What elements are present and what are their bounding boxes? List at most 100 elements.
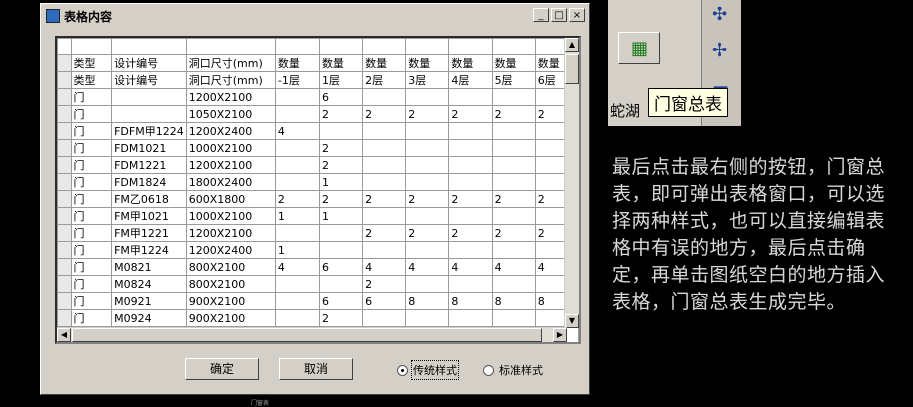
table-cell[interactable] [405,139,450,157]
row-header[interactable] [57,88,72,106]
row-header[interactable] [57,190,72,208]
table-cell[interactable]: 600X1800 [185,190,276,208]
traditional-style-radio[interactable]: 传统样式 [397,360,459,380]
table-cell[interactable] [274,139,320,157]
table-cell[interactable]: 门 [70,88,113,106]
table-cell[interactable] [448,139,493,157]
row-header[interactable] [57,309,72,327]
table-cell[interactable]: 2 [448,190,493,208]
table-cell[interactable]: 4 [405,258,450,276]
table-cell[interactable]: 2 [491,224,536,242]
table-cell[interactable] [405,173,450,191]
row-header[interactable] [57,139,72,157]
table-cell[interactable]: 1 [274,207,320,225]
table-cell[interactable]: 4层 [448,71,493,89]
table-cell[interactable]: M0821 [111,258,187,276]
table-cell[interactable] [491,173,536,191]
table-cell[interactable]: FDM1824 [111,173,187,191]
cad-tool-icon[interactable]: ✢ [712,40,727,61]
row-header[interactable] [57,224,72,242]
table-cell[interactable]: FM甲1224 [111,241,187,259]
table-cell[interactable]: 900X2100 [185,292,276,310]
table-cell[interactable]: 2 [491,105,536,123]
table-cell[interactable]: 数量 [491,54,536,72]
table-cell[interactable]: 数量 [448,54,493,72]
table-cell[interactable]: 4 [362,258,407,276]
table-cell[interactable] [491,309,536,327]
table-cell[interactable]: 2 [405,224,450,242]
table-cell[interactable]: M0921 [111,292,187,310]
row-header[interactable] [57,71,72,89]
minimize-button[interactable]: _ [533,8,549,22]
table-cell[interactable]: 800X2100 [185,275,276,293]
table-cell[interactable]: FM乙0618 [111,190,187,208]
row-header[interactable] [57,275,72,293]
vertical-scroll-thumb[interactable] [565,54,579,84]
scroll-left-button[interactable]: ◀ [57,328,71,342]
table-cell[interactable]: 2 [405,105,450,123]
table-cell[interactable]: 8 [491,292,536,310]
horizontal-scroll-thumb[interactable] [72,328,542,342]
table-cell[interactable] [318,224,364,242]
table-cell[interactable]: 设计编号 [111,54,187,72]
cad-tool-icon[interactable]: ✣ [712,4,727,25]
table-cell[interactable]: 1200X2100 [185,156,276,174]
table-cell[interactable]: 1200X2100 [185,88,276,106]
table-cell[interactable]: 门 [70,207,113,225]
table-cell[interactable]: M0824 [111,275,187,293]
table-cell[interactable] [318,275,364,293]
table-cell[interactable]: 2 [318,309,364,327]
table-cell[interactable] [274,105,320,123]
table-cell[interactable]: 6 [318,292,364,310]
table-cell[interactable] [274,275,320,293]
radio-dot[interactable] [483,364,494,376]
table-cell[interactable]: 门 [70,122,113,140]
table-cell[interactable]: 4 [491,258,536,276]
table-cell[interactable] [362,309,407,327]
table-cell[interactable] [405,275,450,293]
table-cell[interactable]: FDFM甲1224 [111,122,187,140]
table-cell[interactable] [491,275,536,293]
table-cell[interactable]: 门 [70,190,113,208]
table-cell[interactable] [491,88,536,106]
table-cell[interactable]: 1000X2100 [185,207,276,225]
table-cell[interactable] [491,156,536,174]
table-cell[interactable]: 1200X2100 [185,224,276,242]
table-cell[interactable]: 门 [70,224,113,242]
table-cell[interactable]: 3层 [405,71,450,89]
table-cell[interactable]: 8 [448,292,493,310]
row-header[interactable] [57,54,72,72]
table-cell[interactable] [491,241,536,259]
table-cell[interactable]: 门 [70,173,113,191]
table-cell[interactable] [405,241,450,259]
table-cell[interactable]: -1层 [274,71,320,89]
row-header[interactable] [57,122,72,140]
table-cell[interactable]: 1 [318,173,364,191]
table-cell[interactable] [491,207,536,225]
table-cell[interactable]: 类型 [70,71,113,89]
table-cell[interactable]: FDM1021 [111,139,187,157]
table-cell[interactable]: 洞口尺寸(mm) [185,54,276,72]
table-cell[interactable]: 门 [70,292,113,310]
table-cell[interactable] [274,292,320,310]
table-cell[interactable]: 2 [448,105,493,123]
table-cell[interactable]: 1000X2100 [185,139,276,157]
table-cell[interactable]: 1 [274,241,320,259]
row-header[interactable] [57,241,72,259]
table-cell[interactable]: 1200X2400 [185,122,276,140]
table-cell[interactable]: 2 [491,190,536,208]
table-cell[interactable]: 900X2100 [185,309,276,327]
table-cell[interactable]: 数量 [318,54,364,72]
table-cell[interactable]: 数量 [405,54,450,72]
table-cell[interactable]: 2 [318,105,364,123]
table-cell[interactable]: 门 [70,139,113,157]
standard-style-radio[interactable]: 标准样式 [483,362,543,378]
table-cell[interactable] [448,122,493,140]
table-cell[interactable]: 类型 [70,54,113,72]
table-cell[interactable] [448,241,493,259]
table-cell[interactable] [448,156,493,174]
ok-button[interactable]: 确定 [185,358,259,380]
table-cell[interactable] [274,88,320,106]
table-cell[interactable] [111,88,187,106]
table-cell[interactable] [405,122,450,140]
